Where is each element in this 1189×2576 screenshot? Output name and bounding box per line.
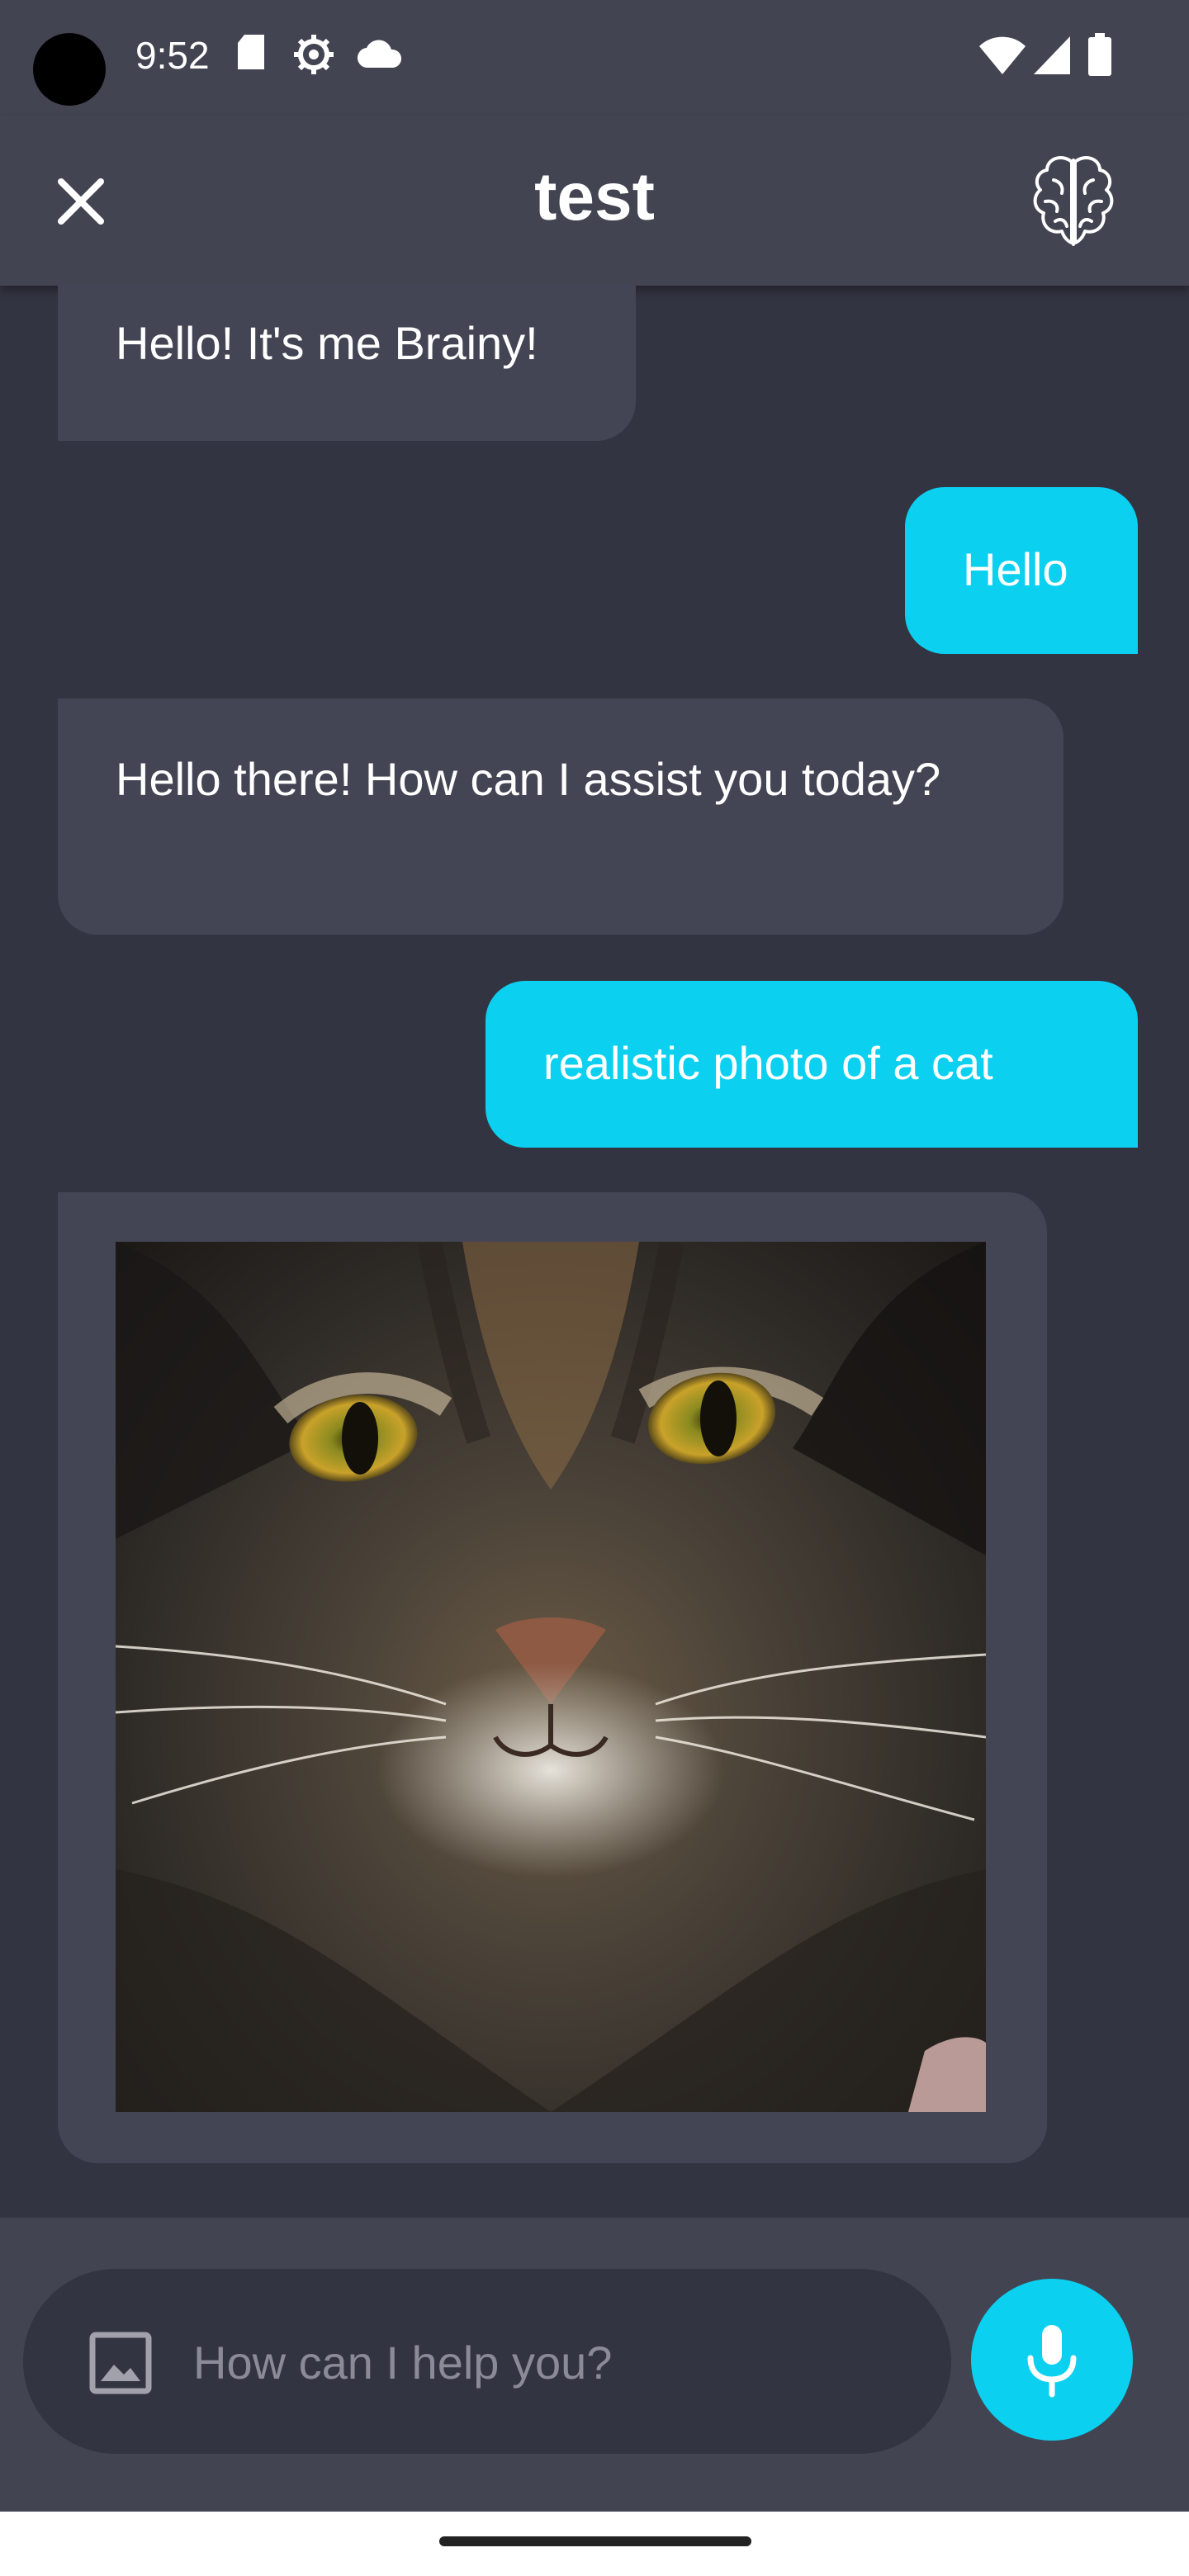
microphone-icon	[1027, 2325, 1077, 2398]
settings-gear-icon	[294, 35, 334, 74]
cell-signal-icon	[1034, 36, 1070, 74]
user-message: realistic photo of a cat	[486, 981, 1138, 1148]
sd-card-icon	[238, 35, 264, 69]
bot-image-message	[58, 1192, 1047, 2163]
system-navigation-bar	[0, 2512, 1189, 2576]
camera-cutout	[33, 33, 106, 106]
message-input-container[interactable]	[23, 2269, 951, 2454]
wifi-icon	[979, 36, 1026, 74]
chat-thread[interactable]: Hello! It's me Brainy! Hello Hello there…	[0, 286, 1189, 2218]
message-composer	[0, 2218, 1189, 2512]
bot-message: Hello there! How can I assist you today?	[58, 698, 1063, 935]
message-input[interactable]	[192, 2332, 921, 2393]
user-message: Hello	[905, 487, 1138, 654]
cloud-icon	[358, 40, 401, 69]
bot-message: Hello! It's me Brainy!	[58, 286, 636, 441]
cat-illustration	[116, 1242, 986, 2112]
app-bar: test	[0, 116, 1189, 286]
status-bar: 9:52	[0, 0, 1189, 116]
generated-cat-image[interactable]	[116, 1242, 986, 2112]
brain-icon[interactable]	[1030, 152, 1116, 251]
home-indicator[interactable]	[439, 2536, 751, 2546]
image-icon[interactable]	[89, 2332, 152, 2394]
status-time: 9:52	[135, 34, 210, 77]
microphone-button[interactable]	[971, 2279, 1133, 2441]
chat-title: test	[534, 159, 655, 234]
battery-icon	[1088, 33, 1111, 76]
